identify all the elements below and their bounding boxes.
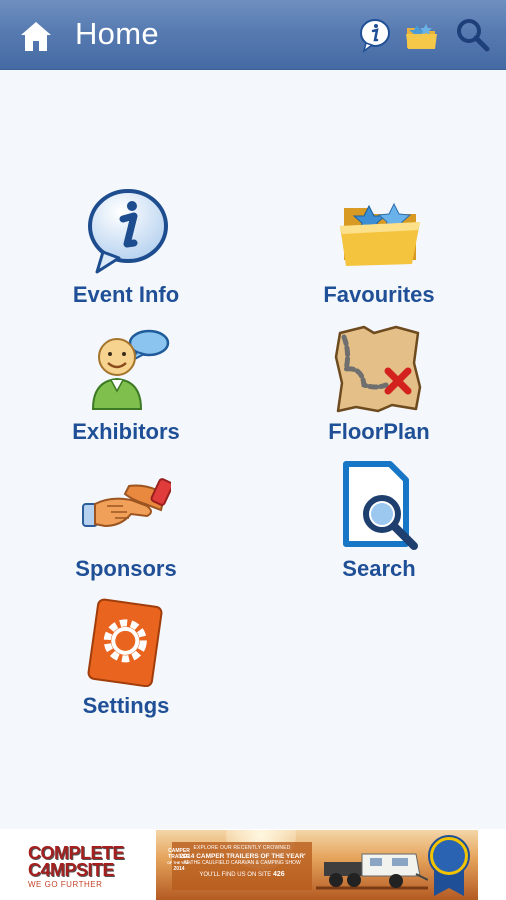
menu-item-sponsors[interactable]: Sponsors bbox=[26, 460, 226, 582]
menu-item-label: Exhibitors bbox=[72, 419, 180, 444]
home-icon[interactable] bbox=[18, 18, 54, 54]
brand-line-2: C4MPSITE bbox=[28, 860, 115, 880]
menu-item-settings[interactable]: Settings bbox=[26, 597, 226, 719]
page-title: Home bbox=[75, 16, 159, 51]
ad-banner[interactable]: COMPLETE C4MPSITE WE GO FURTHER EXPLORE … bbox=[0, 829, 506, 900]
menu-item-label: FloorPlan bbox=[328, 419, 430, 444]
menu-item-search[interactable]: Search bbox=[279, 460, 479, 582]
menu-item-event-info[interactable]: Event Info bbox=[26, 186, 226, 308]
action-bar: Home bbox=[0, 0, 506, 70]
document-search-icon bbox=[343, 461, 418, 550]
menu-item-label: Search bbox=[342, 556, 416, 581]
gear-icon bbox=[87, 598, 163, 687]
info-bubble-icon bbox=[88, 189, 168, 274]
menu-item-exhibitors[interactable]: Exhibitors bbox=[26, 323, 226, 445]
menu-item-label: Sponsors bbox=[75, 556, 177, 581]
award-badge-text: CAMPER TRAILER OF THE YEAR 2014 bbox=[167, 848, 191, 872]
brand-tagline: WE GO FURTHER bbox=[28, 880, 103, 889]
brand-logo: COMPLETE C4MPSITE WE GO FURTHER bbox=[28, 844, 156, 889]
ad-image[interactable]: EXPLORE OUR RECENTLY CROWNED '2014 CAMPE… bbox=[156, 830, 478, 900]
menu-item-favourites[interactable]: Favourites bbox=[279, 186, 479, 308]
ad-line-4: YOU'LL FIND US ON SITE 426 bbox=[199, 871, 285, 878]
menu-item-label: Favourites bbox=[323, 282, 435, 307]
camper-trailer-illustration bbox=[316, 853, 428, 890]
award-badge-icon bbox=[428, 835, 470, 896]
star-folder-icon bbox=[340, 202, 420, 266]
info-icon[interactable] bbox=[358, 16, 392, 54]
menu-item-label: Settings bbox=[82, 693, 170, 718]
search-icon[interactable] bbox=[454, 16, 490, 54]
treasure-map-icon bbox=[334, 325, 422, 413]
menu-item-label: Event Info bbox=[72, 282, 180, 307]
menu-item-floorplan[interactable]: FloorPlan bbox=[279, 323, 479, 445]
favourites-folder-icon[interactable] bbox=[404, 16, 438, 54]
handshake-icon bbox=[82, 478, 171, 528]
person-chat-icon bbox=[91, 329, 170, 410]
